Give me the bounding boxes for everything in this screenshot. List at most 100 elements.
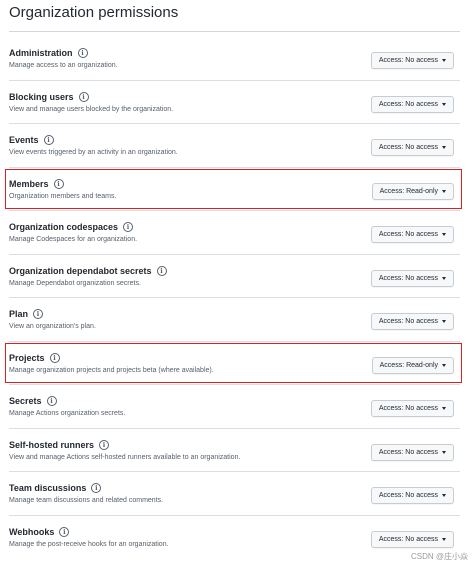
permission-description: View an organization's plan.: [9, 323, 96, 330]
access-dropdown-button[interactable]: Access: No access: [370, 443, 454, 461]
permission-name: Events i: [9, 135, 54, 145]
access-level-label: Access: No access: [378, 100, 438, 108]
permission-description: Manage team discussions and related comm…: [9, 497, 164, 504]
access-dropdown-button[interactable]: Access: No access: [370, 487, 454, 504]
access-level-label: Access: No access: [378, 274, 438, 282]
access-level-label: Access: No access: [378, 535, 438, 543]
permission-label: Organization dependabot secrets: [9, 265, 152, 276]
caret-down-icon: [442, 450, 446, 454]
permission-row-secrets: Secrets i Manage Actions organization secr…: [9, 385, 460, 429]
access-dropdown-button[interactable]: Access: No access: [370, 530, 454, 548]
access-level-label: Access: No access: [378, 492, 438, 499]
permission-name: Members i: [9, 178, 64, 189]
permission-name: Administration i: [9, 48, 88, 58]
caret-down-icon: [442, 320, 446, 323]
permission-label: Organization codespaces: [9, 222, 119, 232]
permission-row-webhooks: Webhooks i Manage the post-receive hooks f…: [9, 516, 460, 560]
page-title: Organization permissions: [9, 4, 179, 21]
access-level-label: Access: No access: [378, 318, 438, 325]
permission-label: Projects: [9, 352, 45, 363]
permission-row-administration: Administration i Manage access to an organ…: [9, 37, 460, 81]
permission-description: View and manage Actions self-hosted runn…: [9, 453, 241, 461]
caret-down-icon: [442, 59, 446, 62]
title-divider: [9, 31, 460, 32]
permission-name: Organization codespaces i: [9, 222, 134, 232]
permission-row-team-discussions: Team discussions i Manage team discussions…: [9, 472, 460, 516]
permission-row-organization-codespaces: Organization codespaces i Manage Codespace…: [9, 211, 460, 255]
caret-down-icon: [442, 494, 446, 497]
info-icon[interactable]: i: [99, 439, 110, 450]
permission-name: Team discussions i: [9, 483, 102, 493]
permission-description: Manage the post-receive hooks for an org…: [9, 540, 169, 548]
permission-name: Self-hosted runners i: [9, 439, 110, 450]
permission-description: Manage Codespaces for an organization.: [9, 236, 138, 243]
permission-label: Events: [9, 135, 39, 145]
info-icon[interactable]: i: [53, 178, 64, 189]
permission-description: View events triggered by an activity in …: [9, 149, 178, 156]
permission-name: Blocking users i: [9, 91, 89, 102]
watermark: CSDN @庄小焱: [410, 552, 468, 561]
caret-down-icon: [442, 233, 446, 236]
access-level-label: Access: No access: [378, 231, 438, 238]
access-dropdown-button[interactable]: Access: Read-only: [371, 182, 454, 200]
info-icon[interactable]: i: [91, 483, 102, 493]
permission-description: Manage Dependabot organization secrets.: [9, 279, 141, 287]
info-icon[interactable]: i: [77, 48, 88, 58]
access-level-label: Access: No access: [378, 144, 438, 151]
access-dropdown-button[interactable]: Access: Read-only: [371, 356, 454, 374]
permission-row-members: Members i Organization members and teams. A…: [5, 168, 462, 211]
permission-description: Manage access to an organization.: [9, 62, 118, 69]
permission-name: Plan i: [9, 309, 44, 319]
info-icon[interactable]: i: [78, 91, 89, 102]
info-icon[interactable]: i: [43, 135, 54, 145]
permission-description: Organization members and teams.: [9, 192, 117, 200]
caret-down-icon: [442, 102, 446, 106]
permission-description: Manage Actions organization secrets.: [9, 410, 126, 417]
access-level-label: Access: No access: [378, 57, 438, 64]
access-dropdown-button[interactable]: Access: No access: [370, 400, 454, 417]
permission-name: Organization dependabot secrets i: [9, 265, 167, 276]
info-icon[interactable]: i: [33, 309, 44, 319]
access-level-label: Access: No access: [378, 405, 438, 412]
caret-down-icon: [442, 189, 446, 193]
permission-row-self-hosted-runners: Self-hosted runners i View and manage Acti…: [9, 429, 460, 472]
access-dropdown-button[interactable]: Access: No access: [370, 269, 454, 287]
info-icon[interactable]: i: [123, 222, 134, 232]
info-icon[interactable]: i: [59, 526, 70, 537]
permission-name: Webhooks i: [9, 526, 70, 537]
info-icon[interactable]: i: [46, 396, 57, 406]
permission-row-events: Events i View events triggered by an activ…: [9, 124, 460, 168]
permission-label: Members: [9, 178, 49, 189]
access-dropdown-button[interactable]: Access: No access: [370, 313, 454, 330]
permission-label: Secrets: [9, 396, 42, 406]
permission-label: Self-hosted runners: [9, 439, 95, 450]
access-dropdown-button[interactable]: Access: No access: [370, 52, 454, 69]
permission-row-projects: Projects i Manage organization projects an…: [5, 342, 462, 385]
access-level-label: Access: Read-only: [379, 361, 438, 369]
access-level-label: Access: No access: [378, 448, 438, 456]
permission-label: Team discussions: [9, 483, 87, 493]
permissions-list: Administration i Manage access to an organ…: [5, 37, 462, 560]
permission-label: Webhooks: [9, 526, 55, 537]
caret-down-icon: [442, 363, 446, 367]
permission-label: Blocking users: [9, 91, 74, 102]
access-dropdown-button[interactable]: Access: No access: [370, 139, 454, 156]
access-level-label: Access: Read-only: [379, 187, 438, 195]
permission-label: Plan: [9, 309, 29, 319]
caret-down-icon: [442, 407, 446, 410]
access-dropdown-button[interactable]: Access: No access: [370, 95, 454, 113]
caret-down-icon: [442, 146, 446, 149]
permission-description: Manage organization projects and project…: [9, 366, 214, 374]
info-icon[interactable]: i: [156, 265, 167, 276]
access-dropdown-button[interactable]: Access: No access: [370, 226, 454, 243]
permission-description: View and manage users blocked by the org…: [9, 105, 174, 113]
permission-row-plan: Plan i View an organization's plan. Access:…: [9, 298, 460, 342]
permission-row-organization-dependabot-secrets: Organization dependabot secrets i Manage D…: [9, 255, 460, 298]
permission-row-blocking-users: Blocking users i View and manage users blo…: [9, 81, 460, 124]
caret-down-icon: [442, 537, 446, 541]
permission-name: Secrets i: [9, 396, 57, 406]
info-icon[interactable]: i: [49, 352, 60, 363]
caret-down-icon: [442, 276, 446, 280]
permission-name: Projects i: [9, 352, 60, 363]
permission-label: Administration: [9, 48, 73, 58]
